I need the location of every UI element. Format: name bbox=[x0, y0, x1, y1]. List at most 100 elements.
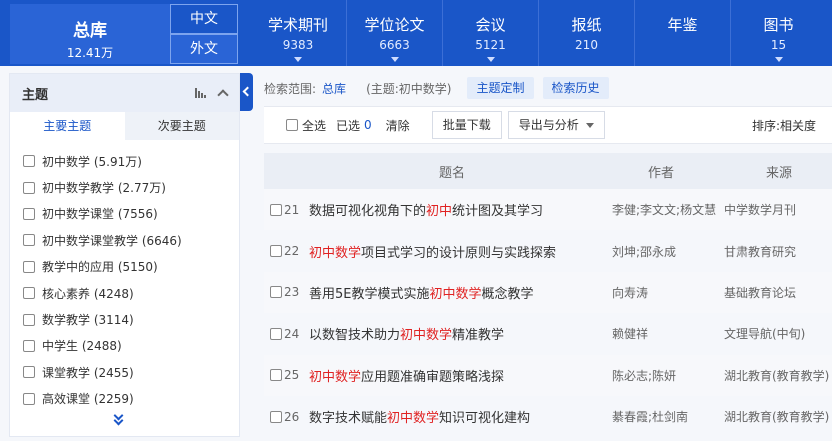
row-checkbox[interactable] bbox=[270, 327, 282, 340]
row-checkbox[interactable] bbox=[270, 286, 282, 299]
topic-item[interactable]: 初中数学 (5.91万) bbox=[10, 148, 239, 174]
topic-checkbox[interactable] bbox=[23, 339, 35, 352]
table-row: 24 以数智技术助力初中数学精准教学 赖健祥 文理导航(中旬) bbox=[264, 313, 832, 354]
row-title-link[interactable]: 善用5E教学模式实施初中数学概念教学 bbox=[309, 283, 534, 302]
export-analysis-button[interactable]: 导出与分析 bbox=[507, 111, 605, 139]
topic-item[interactable]: 教学中的应用 (5150) bbox=[10, 254, 239, 280]
row-title-link[interactable]: 数据可视化视角下的初中统计图及其学习 bbox=[309, 200, 543, 219]
topic-checkbox[interactable] bbox=[23, 287, 35, 300]
nav-books[interactable]: 图书 15 bbox=[730, 0, 826, 66]
nav-conferences[interactable]: 会议 5121 bbox=[442, 0, 538, 66]
row-source[interactable]: 文理导航(中旬) bbox=[724, 325, 805, 342]
topic-checkbox[interactable] bbox=[23, 181, 35, 194]
batch-download-button[interactable]: 批量下载 bbox=[431, 111, 502, 139]
nav-journals[interactable]: 学术期刊 9383 bbox=[250, 0, 346, 66]
header-author[interactable]: 作者 bbox=[648, 162, 674, 181]
row-checkbox[interactable] bbox=[270, 245, 282, 258]
topic-checkbox[interactable] bbox=[23, 260, 35, 273]
row-title-link[interactable]: 初中数学项目式学习的设计原则与实践探索 bbox=[309, 242, 556, 261]
row-checkbox[interactable] bbox=[270, 203, 282, 216]
total-db-tab[interactable]: 总库 12.41万 bbox=[10, 4, 170, 64]
sidebar-collapse-button[interactable] bbox=[240, 73, 253, 111]
chevron-up-icon[interactable] bbox=[217, 89, 229, 101]
topic-item[interactable]: 初中数学课堂教学 (6646) bbox=[10, 227, 239, 253]
topic-item[interactable]: 数学教学 (3114) bbox=[10, 306, 239, 332]
double-chevron-down-icon[interactable] bbox=[112, 410, 126, 428]
row-title-link[interactable]: 数字技术赋能初中数学知识可视化建构 bbox=[309, 407, 530, 426]
title-text: 应用题准确审题策略浅探 bbox=[361, 369, 505, 385]
row-title-link[interactable]: 初中数学应用题准确审题策略浅探 bbox=[309, 366, 504, 385]
row-source[interactable]: 基础教育论坛 bbox=[724, 284, 796, 301]
bar-chart-icon[interactable] bbox=[195, 88, 207, 98]
caret-down-icon bbox=[775, 57, 783, 62]
topic-item[interactable]: 课堂教学 (2455) bbox=[10, 359, 239, 385]
header-title[interactable]: 题名 bbox=[439, 162, 465, 181]
total-db-count: 12.41万 bbox=[66, 46, 114, 60]
row-title-link[interactable]: 以数智技术助力初中数学精准教学 bbox=[309, 324, 504, 343]
title-text: 概念教学 bbox=[481, 286, 534, 302]
caret-down-icon bbox=[487, 57, 495, 62]
topic-item[interactable]: 高效课堂 (2259) bbox=[10, 386, 239, 412]
topic-checkbox[interactable] bbox=[23, 366, 35, 379]
nav-count: 5121 bbox=[475, 38, 506, 52]
topic-item[interactable]: 初中数学课堂 (7556) bbox=[10, 201, 239, 227]
clear-button[interactable]: 清除 bbox=[386, 117, 410, 134]
tab-secondary-topic[interactable]: 次要主题 bbox=[124, 112, 239, 140]
title-highlight: 初中数学 bbox=[387, 411, 440, 427]
row-source[interactable]: 湖北教育(教育教学) bbox=[724, 408, 829, 425]
row-author[interactable]: 向寿涛 bbox=[612, 284, 648, 301]
row-number: 26 bbox=[284, 409, 300, 424]
title-highlight: 初中数学 bbox=[309, 245, 362, 261]
row-author[interactable]: 陈必志;陈妍 bbox=[612, 367, 676, 384]
header-source[interactable]: 来源 bbox=[766, 162, 792, 181]
row-checkbox[interactable] bbox=[270, 369, 282, 382]
nav-newspapers[interactable]: 报纸 210 bbox=[538, 0, 634, 66]
row-author[interactable]: 刘坤;邵永成 bbox=[612, 243, 676, 260]
chevron-left-icon bbox=[242, 86, 253, 97]
row-checkbox[interactable] bbox=[270, 410, 282, 423]
topic-custom-button[interactable]: 主题定制 bbox=[467, 77, 534, 99]
nav-count: 6663 bbox=[379, 38, 410, 52]
topic-label: 数学教学 (3114) bbox=[42, 313, 134, 328]
lang-zh-tab[interactable]: 中文 bbox=[170, 4, 238, 34]
topic-item[interactable]: 初中数学教学 (2.77万) bbox=[10, 174, 239, 200]
topic-checkbox[interactable] bbox=[23, 234, 35, 247]
row-number: 21 bbox=[284, 202, 300, 217]
scope-label: 检索范围: bbox=[264, 81, 317, 96]
row-source[interactable]: 湖北教育(教育教学) bbox=[724, 367, 829, 384]
topic-tabs: 主要主题 次要主题 bbox=[10, 112, 239, 140]
sort-dropdown[interactable]: 排序:相关度 bbox=[752, 107, 816, 145]
nav-label: 报纸 bbox=[571, 16, 602, 34]
search-scope-bar: 检索范围: 总库 (主题:初中数学) 主题定制 检索历史 bbox=[264, 76, 609, 100]
topic-checkbox[interactable] bbox=[23, 392, 35, 405]
row-source[interactable]: 中学数学月刊 bbox=[724, 201, 796, 218]
nav-theses[interactable]: 学位论文 6663 bbox=[346, 0, 442, 66]
topic-checkbox[interactable] bbox=[23, 207, 35, 220]
nav-yearbooks[interactable]: 年鉴 bbox=[634, 0, 730, 66]
nav-label: 年鉴 bbox=[667, 16, 698, 34]
row-author[interactable]: 綦春霞;杜剑南 bbox=[612, 408, 688, 425]
title-text: 以数智技术助力 bbox=[309, 328, 401, 344]
topic-item[interactable]: 核心素养 (4248) bbox=[10, 280, 239, 306]
resource-nav: 学术期刊 9383 学位论文 6663 会议 5121 报纸 210 年鉴 图书… bbox=[250, 0, 826, 66]
row-source[interactable]: 甘肃教育研究 bbox=[724, 243, 796, 260]
table-row: 21 数据可视化视角下的初中统计图及其学习 李健;李文文;杨文慧 中学数学月刊 bbox=[264, 189, 832, 231]
nav-label: 会议 bbox=[475, 16, 506, 34]
lang-en-tab[interactable]: 外文 bbox=[170, 34, 238, 64]
row-number: 22 bbox=[284, 244, 300, 259]
topic-label: 初中数学教学 (2.77万) bbox=[42, 181, 166, 196]
search-history-button[interactable]: 检索历史 bbox=[542, 77, 609, 99]
title-text: 善用5E教学模式实施 bbox=[309, 286, 430, 302]
select-all-label[interactable]: 全选 bbox=[302, 117, 326, 134]
row-author[interactable]: 李健;李文文;杨文慧 bbox=[612, 201, 716, 218]
title-text: 数字技术赋能 bbox=[309, 411, 388, 427]
topic-checkbox[interactable] bbox=[23, 155, 35, 168]
row-author[interactable]: 赖健祥 bbox=[612, 325, 648, 342]
tab-main-topic[interactable]: 主要主题 bbox=[10, 112, 125, 140]
title-highlight: 初中 bbox=[426, 204, 453, 220]
selected-count: 0 bbox=[364, 118, 372, 132]
select-all-checkbox[interactable] bbox=[286, 119, 298, 131]
scope-db[interactable]: 总库 bbox=[322, 80, 346, 97]
topic-item[interactable]: 中学生 (2488) bbox=[10, 333, 239, 359]
topic-checkbox[interactable] bbox=[23, 313, 35, 326]
